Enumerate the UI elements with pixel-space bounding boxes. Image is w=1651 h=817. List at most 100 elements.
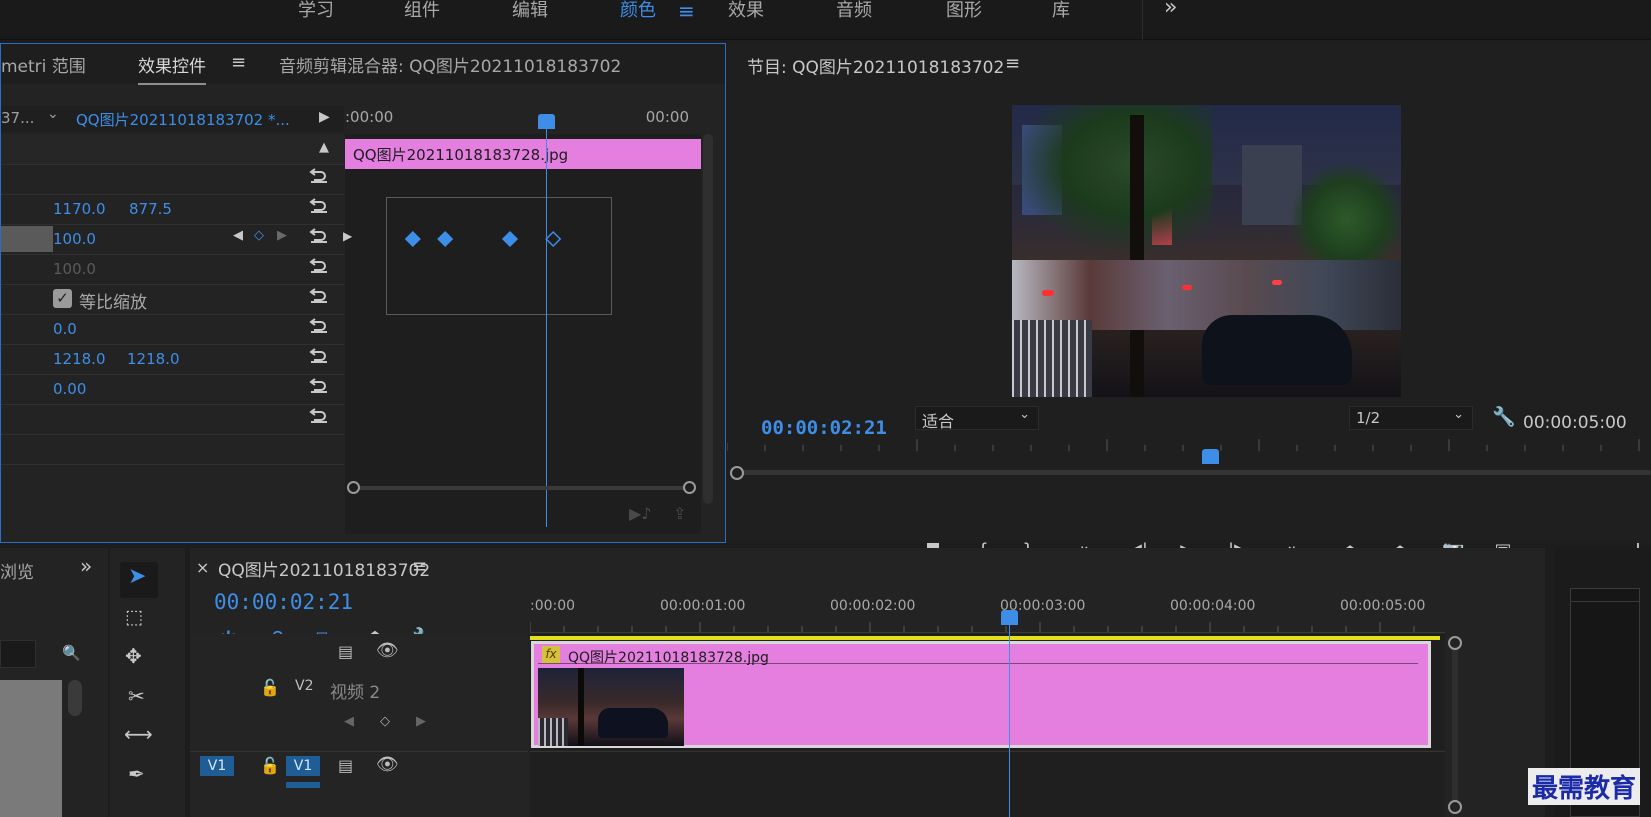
- workspace-overflow-icon[interactable]: »: [1164, 0, 1177, 19]
- anchor-y-value[interactable]: 1218.0: [127, 350, 180, 368]
- ec-scroll-track[interactable]: [353, 486, 691, 490]
- resolution-dropdown[interactable]: 1/2 ⌄: [1349, 406, 1473, 430]
- razor-tool-icon[interactable]: ✂: [128, 684, 145, 708]
- source-patch-v1[interactable]: V1: [200, 756, 234, 776]
- ec-timeline-area[interactable]: [345, 134, 701, 534]
- selection-tool-icon[interactable]: ➤: [128, 564, 146, 589]
- export-icon[interactable]: ⇪: [673, 504, 686, 523]
- panel-menu-icon[interactable]: ≡: [1005, 53, 1020, 74]
- toggle-sync-lock-icon[interactable]: ▤: [338, 642, 353, 661]
- media-browser-tab[interactable]: 浏览: [0, 558, 34, 583]
- keyframe-diamond[interactable]: [545, 230, 562, 248]
- monitor-scroll-track[interactable]: [737, 470, 1651, 475]
- track-lane-v1[interactable]: [530, 751, 1445, 817]
- collapse-icon[interactable]: ▲: [319, 140, 329, 155]
- eye-icon[interactable]: 👁: [376, 640, 399, 661]
- workspace-learn[interactable]: 学习: [298, 0, 334, 22]
- prev-keyframe-icon[interactable]: ◀: [344, 714, 354, 729]
- ripple-edit-tool-icon[interactable]: ✥: [125, 644, 142, 668]
- ec-playhead[interactable]: [546, 117, 547, 527]
- lock-icon[interactable]: 🔓: [260, 756, 280, 775]
- fit-dropdown[interactable]: 适合 ⌄: [915, 406, 1039, 431]
- ec-keyframe-nav-icon[interactable]: ▶: [343, 229, 352, 243]
- pen-tool-icon[interactable]: ✒: [128, 762, 145, 786]
- close-icon[interactable]: ×: [196, 558, 209, 577]
- keyframe-diamond[interactable]: [501, 230, 519, 248]
- scale-slider-fill[interactable]: [1, 226, 53, 252]
- monitor-zoom-handle[interactable]: [730, 466, 744, 480]
- workspace-assembly[interactable]: 组件: [404, 0, 440, 22]
- ec-zoom-handle-right[interactable]: [683, 481, 696, 494]
- eye-icon[interactable]: 👁: [376, 754, 399, 775]
- media-thumbnail[interactable]: [0, 680, 62, 817]
- timeline-playhead[interactable]: [1009, 610, 1010, 817]
- anchor-x-value[interactable]: 1218.0: [53, 350, 106, 368]
- reset-icon[interactable]: [309, 286, 329, 304]
- slip-tool-icon[interactable]: ⟷: [124, 722, 153, 746]
- timeline-zoom-handle-bottom[interactable]: [1448, 800, 1462, 814]
- timeline-zoom-handle-top[interactable]: [1448, 636, 1462, 650]
- workspace-color[interactable]: 颜色: [620, 0, 656, 22]
- workspace-effects[interactable]: 效果: [728, 0, 764, 22]
- video-frame[interactable]: [1012, 105, 1401, 397]
- ec-vertical-scrollbar[interactable]: [703, 134, 713, 504]
- tab-menu-icon[interactable]: ≡: [231, 52, 246, 73]
- audio-output-icon[interactable]: ▶♪: [629, 504, 652, 523]
- ec-clip-bar[interactable]: QQ图片20211018183728.jpg: [345, 139, 701, 169]
- reset-icon[interactable]: [309, 406, 329, 424]
- search-icon[interactable]: 🔍: [62, 644, 81, 662]
- ec-zoom-handle-left[interactable]: [347, 481, 360, 494]
- workspace-graphics[interactable]: 图形: [946, 0, 982, 22]
- reset-icon[interactable]: [309, 166, 329, 184]
- position-x-value[interactable]: 1170.0: [53, 200, 106, 218]
- ec-playhead-handle[interactable]: [538, 114, 555, 129]
- reset-icon[interactable]: [309, 346, 329, 364]
- workspace-audio[interactable]: 音频: [836, 0, 872, 22]
- ec-time-ruler[interactable]: :00:00 00:00: [345, 104, 701, 134]
- monitor-ruler[interactable]: [727, 431, 1651, 451]
- rotation-value[interactable]: 0.0: [53, 320, 77, 338]
- next-keyframe-icon[interactable]: ▶: [277, 228, 287, 243]
- keyframe-diamond[interactable]: [404, 230, 421, 248]
- reset-icon[interactable]: [309, 196, 329, 214]
- reset-icon[interactable]: [309, 376, 329, 394]
- scrollbar[interactable]: [68, 680, 82, 716]
- timeline-clip[interactable]: fx QQ图片20211018183728.jpg: [531, 641, 1431, 748]
- monitor-playhead[interactable]: [1202, 449, 1219, 464]
- toggle-sync-lock-icon[interactable]: ▤: [338, 756, 353, 775]
- track-target-v1[interactable]: V1: [286, 756, 320, 776]
- wrench-icon[interactable]: 🔧: [1492, 405, 1516, 428]
- tab-effect-controls[interactable]: 效果控件: [138, 52, 206, 85]
- reset-icon[interactable]: [309, 256, 329, 274]
- workspace-editing[interactable]: 编辑: [512, 0, 548, 22]
- timeline-vertical-scrollbar[interactable]: [1452, 640, 1458, 810]
- chevron-down-icon[interactable]: ⌄: [47, 106, 59, 122]
- fx-badge[interactable]: fx: [542, 646, 560, 663]
- reset-icon[interactable]: [309, 316, 329, 334]
- lock-icon[interactable]: 🔓: [260, 678, 280, 697]
- search-input[interactable]: [0, 640, 36, 668]
- track-select-tool-icon[interactable]: ⬚: [125, 606, 143, 628]
- workspace-libraries[interactable]: 库: [1052, 0, 1070, 22]
- add-keyframe-icon[interactable]: ◇: [380, 714, 390, 729]
- add-keyframe-icon[interactable]: ◇: [254, 228, 264, 243]
- next-keyframe-icon[interactable]: ▶: [416, 714, 426, 729]
- workspace-menu-icon[interactable]: ≡: [678, 0, 695, 22]
- position-y-value[interactable]: 877.5: [129, 200, 172, 218]
- keyframe-diamond[interactable]: [437, 230, 454, 248]
- track-target-a1[interactable]: [286, 782, 320, 788]
- anti-flicker-value[interactable]: 0.00: [53, 380, 86, 398]
- panel-overflow-icon[interactable]: »: [80, 554, 92, 578]
- scale-value[interactable]: 100.0: [53, 230, 96, 248]
- panel-menu-icon[interactable]: ≡: [412, 556, 427, 577]
- sequence-title[interactable]: QQ图片20211018183702: [218, 556, 430, 581]
- play-only-clip-icon[interactable]: ▶: [319, 109, 330, 125]
- clip-selector[interactable]: QQ图片20211018183702 *...: [76, 109, 290, 130]
- tab-lumetri-scopes[interactable]: metri 范围: [1, 52, 86, 77]
- reset-icon[interactable]: [309, 226, 329, 244]
- timeline-playhead-handle[interactable]: [1001, 610, 1018, 625]
- uniform-scale-checkbox[interactable]: ✓: [53, 289, 72, 308]
- prev-keyframe-icon[interactable]: ◀: [233, 228, 243, 243]
- track-v2-label[interactable]: V2: [295, 678, 313, 694]
- sequence-current-time[interactable]: 00:00:02:21: [214, 590, 353, 614]
